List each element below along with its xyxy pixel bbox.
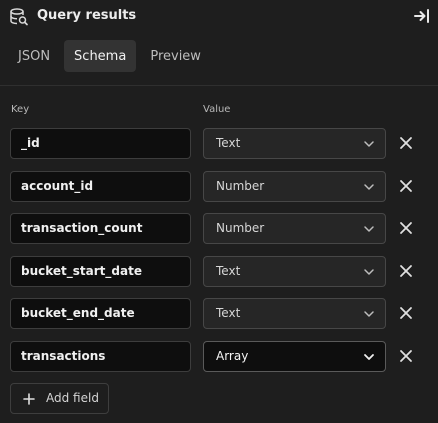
chevron-down-icon [364,269,374,275]
chevron-down-icon [364,141,374,147]
collapse-panel-icon[interactable] [413,7,431,25]
tab-schema[interactable]: Schema [64,40,137,72]
field-key-input[interactable]: transactions [10,341,191,372]
field-key-input[interactable]: transaction_count [10,213,191,244]
remove-field-button[interactable] [398,305,414,321]
field-type-select[interactable]: Number [203,213,386,244]
field-type-select[interactable]: Array [203,341,386,372]
chevron-down-icon [364,184,374,190]
field-row: transactions Array [0,341,438,372]
add-field-label: Add field [46,391,99,405]
tab-bar: JSON Schema Preview [8,40,211,72]
field-row: bucket_end_date Text [0,298,438,329]
chevron-down-icon [364,311,374,317]
field-type-value: Text [216,264,241,278]
field-row: _id Text [0,128,438,159]
field-row: account_id Number [0,171,438,202]
field-key-input[interactable]: bucket_start_date [10,256,191,287]
field-row: transaction_count Number [0,213,438,244]
header-divider [0,85,438,86]
query-results-panel: Query results JSON Schema Preview Key Va… [0,0,438,423]
field-type-value: Number [216,221,265,235]
field-key-input[interactable]: bucket_end_date [10,298,191,329]
remove-field-button[interactable] [398,178,414,194]
field-type-select[interactable]: Text [203,256,386,287]
field-type-value: Text [216,136,241,150]
field-type-select[interactable]: Text [203,298,386,329]
field-type-value: Number [216,179,265,193]
chevron-down-icon [364,354,374,360]
plus-icon [23,393,35,405]
field-type-value: Array [216,349,249,363]
key-column-header: Key [11,104,30,115]
value-column-header: Value [203,104,231,115]
remove-field-button[interactable] [398,135,414,151]
database-search-icon [10,8,28,26]
remove-field-button[interactable] [398,263,414,279]
panel-header: Query results [0,0,438,34]
field-type-value: Text [216,306,241,320]
add-field-button[interactable]: Add field [10,383,109,414]
field-row: bucket_start_date Text [0,256,438,287]
field-key-input[interactable]: _id [10,128,191,159]
remove-field-button[interactable] [398,348,414,364]
chevron-down-icon [364,226,374,232]
field-type-select[interactable]: Text [203,128,386,159]
tab-preview[interactable]: Preview [140,40,211,72]
field-key-input[interactable]: account_id [10,171,191,202]
tab-json[interactable]: JSON [8,40,60,72]
remove-field-button[interactable] [398,220,414,236]
panel-title: Query results [37,8,137,23]
field-type-select[interactable]: Number [203,171,386,202]
